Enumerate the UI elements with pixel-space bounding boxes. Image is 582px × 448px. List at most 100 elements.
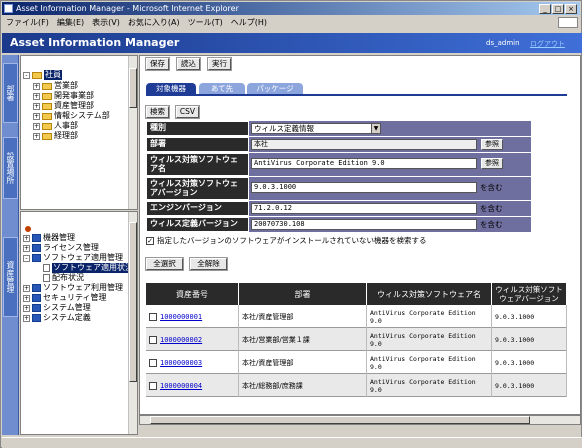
menu-edit[interactable]: 編集(E) [53, 16, 88, 29]
tree-node-dept[interactable]: + 開発事業部 [33, 91, 94, 101]
tree-node-dept[interactable]: + 資産管理部 [33, 101, 94, 111]
deselect-all-button[interactable]: 全解除 [189, 257, 228, 271]
form-row-software-name: ウィルス対策ソフトウェア名 AntiVirus Corporate Editio… [146, 153, 531, 176]
csv-button[interactable]: CSV [175, 105, 200, 119]
side-tab-asset-management[interactable]: 資産管理 [3, 237, 18, 317]
table-row[interactable]: 1000000001 本社/資産管理部 AntiVirus Corporate … [146, 305, 567, 328]
engine-version-field[interactable]: 71.2.0.12 [251, 203, 477, 214]
expand-icon[interactable]: + [23, 304, 30, 312]
tree-node-dept[interactable]: + 営業部 [33, 81, 78, 91]
uninstalled-filter-label[interactable]: 指定したバージョンのソフトウェアがインストールされていない機器を検索する [157, 236, 426, 246]
run-button[interactable]: 実行 [207, 57, 232, 71]
expand-icon[interactable]: + [33, 112, 40, 120]
page-icon [43, 264, 50, 272]
expand-icon[interactable]: + [33, 102, 40, 110]
organization-tree: - 社員 + 営業部 + 開発事業部 + 資産管理部 + 情報システム部 + 人事部 + 経理… [20, 55, 138, 210]
read-button[interactable]: 読込 [176, 57, 201, 71]
expand-icon[interactable]: + [23, 234, 30, 242]
software-name-field[interactable]: AntiVirus Corporate Edition 9.0 [251, 158, 477, 169]
function-item[interactable]: 配布状況 [43, 273, 84, 283]
scroll-thumb[interactable] [129, 222, 137, 382]
function-item[interactable]: + ライセンス管理 [23, 243, 99, 253]
asset-link[interactable]: 1000000001 [160, 313, 202, 321]
uninstalled-filter-checkbox[interactable]: ✓ [146, 237, 154, 245]
software-cell: AntiVirus Corporate Edition 9.0 [367, 374, 492, 397]
function-item[interactable]: + セキュリティ管理 [23, 293, 107, 303]
department-field[interactable]: 本社 [251, 139, 477, 150]
scroll-thumb[interactable] [150, 416, 530, 424]
column-header-software-name[interactable]: ウィルス対策ソフトウェア名 [367, 283, 492, 305]
row-checkbox[interactable] [149, 335, 157, 344]
form-row-definition-version: ウィルス定義バージョン 20070730.108 を含む [146, 217, 531, 232]
row-checkbox[interactable] [149, 312, 157, 321]
function-item-selected[interactable]: ソフトウェア適用状況 [43, 263, 134, 273]
software-name-browse-button[interactable]: 参照 [481, 158, 503, 169]
function-item[interactable]: + システム管理 [23, 303, 91, 313]
menu-help[interactable]: ヘルプ(H) [227, 16, 271, 29]
minimize-button[interactable]: _ [539, 4, 551, 14]
app-title: Asset Information Manager [10, 36, 180, 49]
function-tree-scrollbar[interactable] [128, 212, 137, 434]
software-version-label: ウィルス対策ソフトウェアバージョン [146, 177, 249, 200]
close-button[interactable]: × [565, 4, 577, 14]
table-row[interactable]: 1000000003 本社/資産管理部 AntiVirus Corporate … [146, 351, 567, 374]
menu-file[interactable]: ファイル(F) [2, 16, 53, 29]
expand-icon[interactable]: + [23, 294, 30, 302]
row-checkbox[interactable] [149, 381, 157, 390]
asset-link[interactable]: 1000000004 [160, 382, 202, 390]
main-horizontal-scrollbar[interactable] [139, 415, 581, 425]
type-select[interactable]: ウィルス定義情報 ▼ [251, 123, 381, 134]
function-item[interactable]: + 機器管理 [23, 233, 75, 243]
asset-link[interactable]: 1000000003 [160, 359, 202, 367]
software-cell: AntiVirus Corporate Edition 9.0 [367, 328, 492, 351]
menu-bar: ファイル(F) 編集(E) 表示(V) お気に入り(A) ツール(T) ヘルプ(… [2, 16, 582, 29]
software-version-field[interactable]: 9.0.3.1000 [251, 182, 477, 193]
menu-favorites[interactable]: お気に入り(A) [124, 16, 184, 29]
expand-icon[interactable]: + [33, 82, 40, 90]
expand-icon[interactable]: + [33, 122, 40, 130]
row-checkbox[interactable] [149, 358, 157, 367]
select-all-button[interactable]: 全選択 [145, 257, 184, 271]
book-icon [32, 284, 41, 292]
form-row-type: 種別 ウィルス定義情報 ▼ [146, 121, 531, 136]
maximize-button[interactable]: □ [552, 4, 564, 14]
folder-icon [42, 132, 52, 140]
expand-icon[interactable]: + [23, 314, 30, 322]
department-cell: 本社/営業部/営業１課 [239, 328, 367, 351]
function-item[interactable]: + ソフトウェア利用管理 [23, 283, 123, 293]
function-item[interactable]: + システム定義 [23, 313, 91, 323]
scroll-thumb[interactable] [129, 68, 137, 108]
menu-tools[interactable]: ツール(T) [184, 16, 227, 29]
save-button[interactable]: 保存 [145, 57, 170, 71]
collapse-icon[interactable]: - [23, 254, 30, 262]
chevron-down-icon[interactable]: ▼ [371, 124, 380, 133]
book-icon [32, 234, 41, 242]
tree-node-dept[interactable]: + 経理部 [33, 131, 78, 141]
logout-link[interactable]: ログアウト [530, 39, 565, 49]
table-row[interactable]: 1000000004 本社/総務部/庶務課 AntiVirus Corporat… [146, 374, 567, 397]
tree-node-root[interactable]: - 社員 [23, 70, 62, 80]
column-header-asset-number[interactable]: 資産番号 [146, 283, 239, 305]
tree-node-dept[interactable]: + 人事部 [33, 121, 78, 131]
department-browse-button[interactable]: 参照 [481, 139, 503, 150]
asset-link[interactable]: 1000000002 [160, 336, 202, 344]
expand-icon[interactable]: + [23, 244, 30, 252]
side-tab-location[interactable]: 設置場所 [3, 137, 18, 199]
function-item[interactable]: - ソフトウェア適用管理 [23, 253, 123, 263]
asset-number-cell: 1000000002 [146, 328, 239, 351]
menu-view[interactable]: 表示(V) [88, 16, 124, 29]
tree-scrollbar[interactable] [128, 56, 137, 209]
column-header-department[interactable]: 部署 [239, 283, 367, 305]
search-button[interactable]: 検索 [145, 105, 170, 119]
definition-version-field[interactable]: 20070730.108 [251, 219, 477, 230]
expand-icon[interactable]: + [23, 284, 30, 292]
tree-node-dept[interactable]: + 情報システム部 [33, 111, 110, 121]
side-tab-department[interactable]: 部署 [3, 63, 18, 123]
table-row[interactable]: 1000000002 本社/営業部/営業１課 AntiVirus Corpora… [146, 328, 567, 351]
column-header-software-version[interactable]: ウィルス対策ソフトウェアバージョン [492, 283, 567, 305]
asset-number-cell: 1000000004 [146, 374, 239, 397]
collapse-icon[interactable]: - [23, 71, 30, 79]
expand-icon[interactable]: + [33, 132, 40, 140]
expand-icon[interactable]: + [33, 92, 40, 100]
tab-underline [146, 94, 567, 96]
